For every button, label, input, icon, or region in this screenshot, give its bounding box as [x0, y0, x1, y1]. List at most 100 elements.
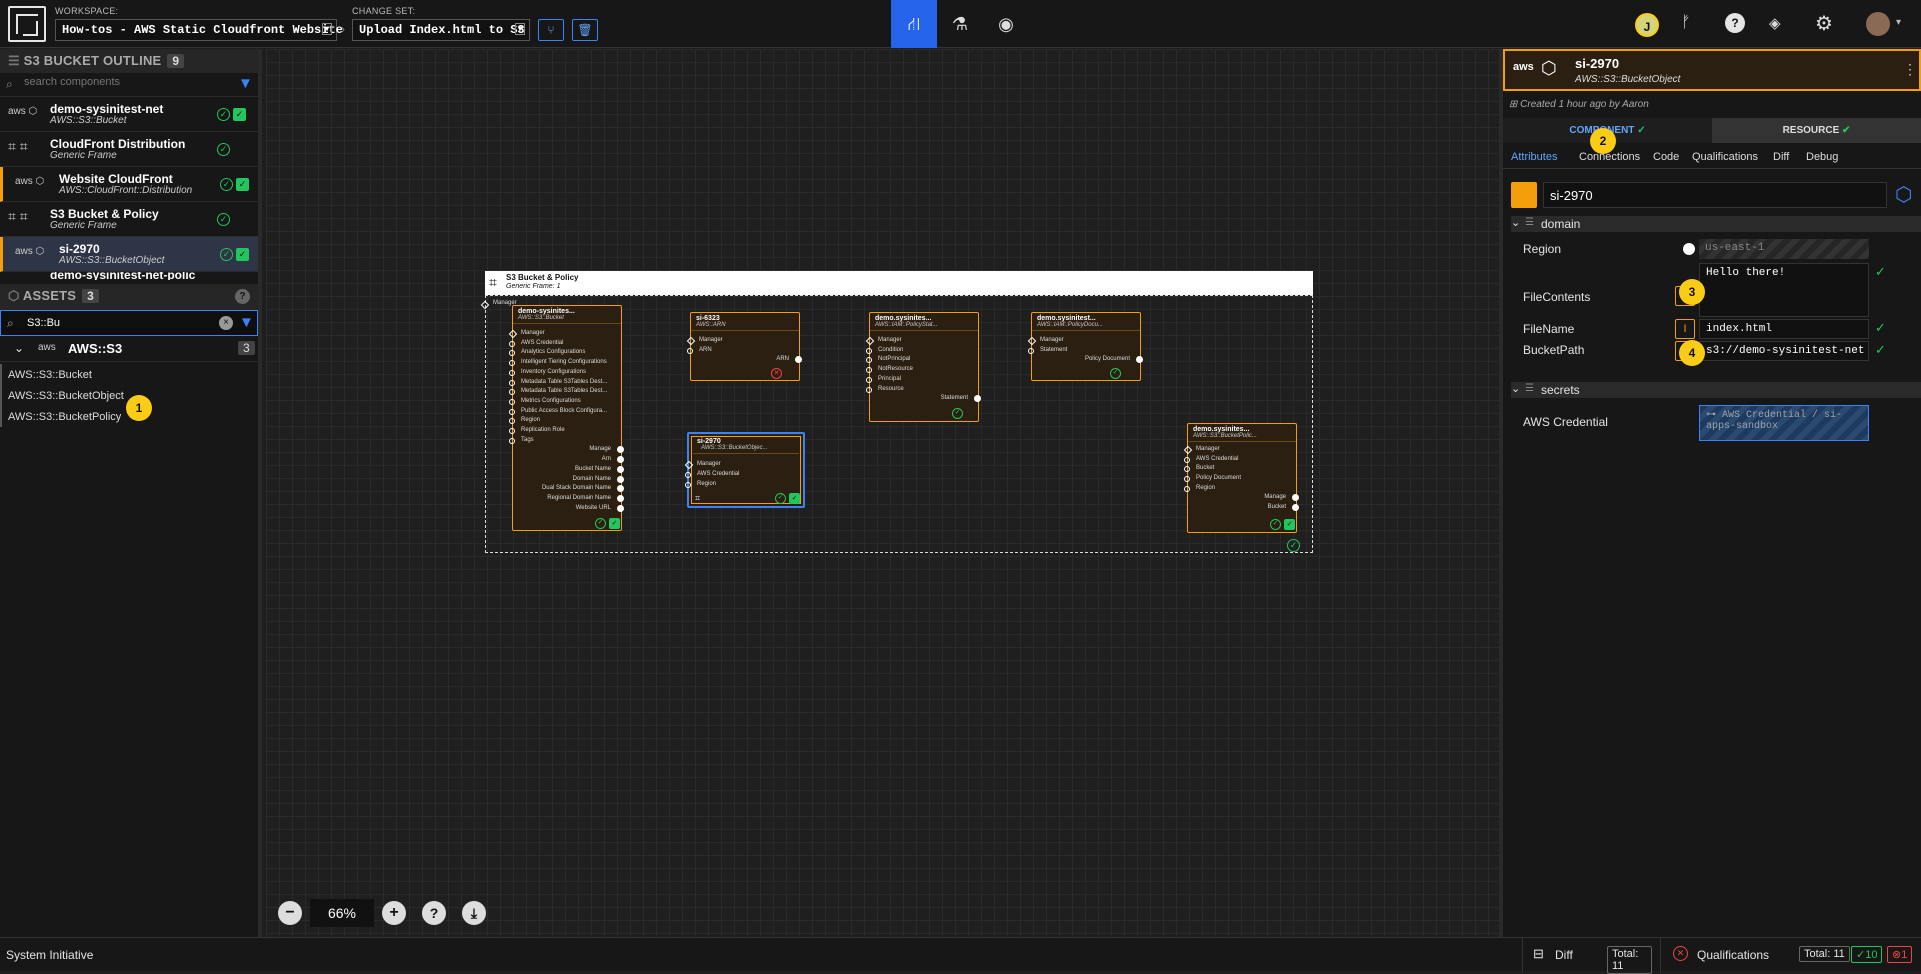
merge-changeset-button[interactable]: ⑂	[538, 19, 564, 41]
filter-icon[interactable]: ▼	[238, 75, 253, 92]
more-icon[interactable]: ⋮	[1903, 61, 1917, 78]
asset-group[interactable]: ⌄ aws AWS::S3 3	[0, 336, 258, 362]
runtime-view-button[interactable]: ◉	[983, 0, 1029, 48]
node-policy-document[interactable]: demo.sysinitest... AWS::IAM::PolicyDocu.…	[1027, 312, 1143, 381]
outline-item[interactable]: demo-sysinitest-net-polic	[0, 272, 258, 280]
output-socket[interactable]	[617, 465, 624, 473]
assets-search-input[interactable]: S3::Bu	[27, 317, 60, 329]
domain-section[interactable]: ⌄ ☰ domain	[1511, 216, 1921, 232]
input-socket[interactable]	[509, 389, 515, 396]
input-socket[interactable]	[509, 340, 515, 347]
frame-header[interactable]: ⌗ S3 Bucket & Policy Generic Frame: 1	[485, 271, 1313, 295]
outline-item[interactable]: aws ⬡ demo-sysinitest-net AWS::S3::Bucket ✓…	[0, 97, 258, 132]
help-icon[interactable]: ?	[235, 289, 250, 304]
secrets-section[interactable]: ⌄ ☰ secrets	[1511, 382, 1921, 398]
input-socket[interactable]	[866, 357, 872, 364]
input-socket[interactable]	[509, 408, 515, 415]
name-input[interactable]: si-2970	[1543, 182, 1887, 208]
input-socket[interactable]	[685, 472, 691, 478]
tab-debug[interactable]: Debug	[1806, 151, 1838, 163]
output-socket[interactable]	[1136, 356, 1143, 363]
node-policy-statement[interactable]: demo.sysinites... AWS::IAM::PolicyStat..…	[865, 312, 981, 422]
delete-changeset-button[interactable]: 🗑	[572, 19, 598, 41]
filename-input[interactable]: index.html	[1699, 319, 1869, 339]
outline-search-input[interactable]	[24, 76, 224, 88]
node-s3-bucket-object[interactable]: si-2970 AWS::S3::BucketObjec... ⌗ ✓ ✓ Ma…	[684, 432, 805, 508]
tab-code[interactable]: Code	[1653, 151, 1679, 163]
input-socket[interactable]	[687, 348, 693, 354]
git-branch-icon[interactable]: ᚠ	[1681, 14, 1691, 32]
assets-search[interactable]: ⌕ S3::Bu × ▼	[0, 310, 258, 336]
input-socket[interactable]	[509, 418, 515, 425]
tab-qualifications[interactable]: Qualifications	[1692, 151, 1758, 163]
input-socket[interactable]	[509, 428, 515, 434]
tab-attributes[interactable]: Attributes	[1511, 151, 1557, 163]
chevron-down-icon[interactable]: ▾	[1896, 17, 1901, 28]
input-socket[interactable]	[1184, 476, 1190, 483]
changeset-select[interactable]: Upload Index.html to S3 ▾	[352, 19, 530, 41]
bucketpath-input[interactable]: s3://demo-sysinitest-net	[1699, 341, 1869, 361]
cursor-text-icon[interactable]: I	[1675, 319, 1695, 339]
qualifications-status[interactable]: ✕ Qualifications Total: 11 ✓10 ⊗1	[1660, 938, 1921, 972]
outline-item[interactable]: aws ⬡ Website CloudFront AWS::CloudFront::…	[0, 167, 258, 202]
credential-input[interactable]: ⊶ AWS Credential / si-apps-sandbox	[1699, 405, 1869, 441]
user-avatar-initial[interactable]: J	[1635, 13, 1659, 37]
asset-item[interactable]: AWS::S3::Bucket	[2, 364, 258, 385]
zoom-level[interactable]: 66%	[310, 899, 374, 927]
input-socket[interactable]	[509, 398, 515, 405]
output-socket[interactable]	[617, 475, 624, 483]
input-socket[interactable]	[866, 347, 872, 354]
input-socket[interactable]	[509, 360, 515, 367]
region-input[interactable]: us-east-1	[1699, 239, 1869, 259]
diagram-canvas[interactable]: ⌗ S3 Bucket & Policy Generic Frame: 1 Ma…	[266, 49, 1499, 937]
input-socket[interactable]	[509, 350, 515, 357]
diff-status[interactable]: ⊟ Diff Total: 11	[1522, 938, 1652, 974]
input-socket[interactable]	[866, 386, 872, 393]
zoom-out-button[interactable]: −	[278, 901, 302, 925]
input-socket[interactable]	[866, 367, 872, 374]
outline-search[interactable]: ⌕ ▼	[0, 73, 258, 97]
input-socket[interactable]	[1184, 456, 1190, 463]
filecontents-input[interactable]: Hello there!	[1699, 263, 1869, 317]
clear-icon[interactable]: ×	[219, 316, 233, 330]
app-logo[interactable]	[8, 6, 46, 42]
node-s3-bucket-policy[interactable]: demo.sysinites... AWS::S3::BucketPolic..…	[1183, 423, 1299, 533]
input-socket[interactable]	[509, 369, 515, 376]
discord-icon[interactable]: ◈	[1769, 14, 1781, 32]
output-socket[interactable]	[1292, 503, 1299, 511]
tab-connections[interactable]: Connections	[1579, 151, 1640, 163]
input-socket[interactable]	[684, 460, 694, 470]
output-socket[interactable]	[617, 494, 624, 502]
output-socket[interactable]	[974, 395, 981, 402]
gear-icon[interactable]: ⚙	[1815, 11, 1833, 36]
help-icon[interactable]: ?	[1725, 13, 1745, 33]
zoom-in-button[interactable]: +	[382, 901, 406, 925]
output-socket[interactable]	[795, 356, 802, 363]
outline-item[interactable]: ⌗ ⌗ CloudFront Distribution Generic Frame ✓	[0, 132, 258, 167]
input-socket[interactable]	[1184, 485, 1190, 492]
node-aws-arn[interactable]: si-6323 AWS::ARN ✕ Manager ARN ARN	[686, 312, 802, 381]
workspace-select[interactable]: How-tos - AWS Static Cloudfront Website ▾	[55, 19, 343, 41]
input-socket[interactable]	[866, 376, 872, 383]
download-button[interactable]: ⤓	[462, 901, 486, 925]
color-swatch[interactable]	[1511, 182, 1537, 208]
node-s3-bucket[interactable]: demo-sysinites... AWS::S3::Bucket ✓ ✓ Ma…	[508, 305, 624, 531]
output-socket[interactable]	[1292, 494, 1299, 501]
model-view-button[interactable]: ⛙	[891, 0, 937, 48]
outline-item[interactable]: ⌗ ⌗ S3 Bucket & Policy Generic Frame ✓	[0, 202, 258, 237]
input-socket[interactable]	[685, 482, 691, 488]
output-socket[interactable]	[617, 504, 624, 512]
input-socket[interactable]	[509, 437, 515, 444]
cube-icon[interactable]: ⬡	[1895, 182, 1912, 207]
bucketpath-label: BucketPath	[1523, 343, 1585, 357]
input-socket[interactable]	[509, 379, 515, 386]
input-socket[interactable]	[1028, 348, 1034, 354]
profile-avatar[interactable]	[1866, 12, 1890, 36]
customize-view-button[interactable]: ⚗	[937, 0, 983, 48]
filter-icon[interactable]: ▼	[239, 314, 254, 331]
tab-diff[interactable]: Diff	[1773, 151, 1789, 163]
canvas-help-button[interactable]: ?	[422, 901, 446, 925]
input-socket[interactable]	[1184, 466, 1190, 473]
tab-resource[interactable]: RESOURCE ✔	[1712, 118, 1921, 143]
outline-item-selected[interactable]: aws ⬡ si-2970 AWS::S3::BucketObject ✓ ✓	[0, 237, 258, 272]
